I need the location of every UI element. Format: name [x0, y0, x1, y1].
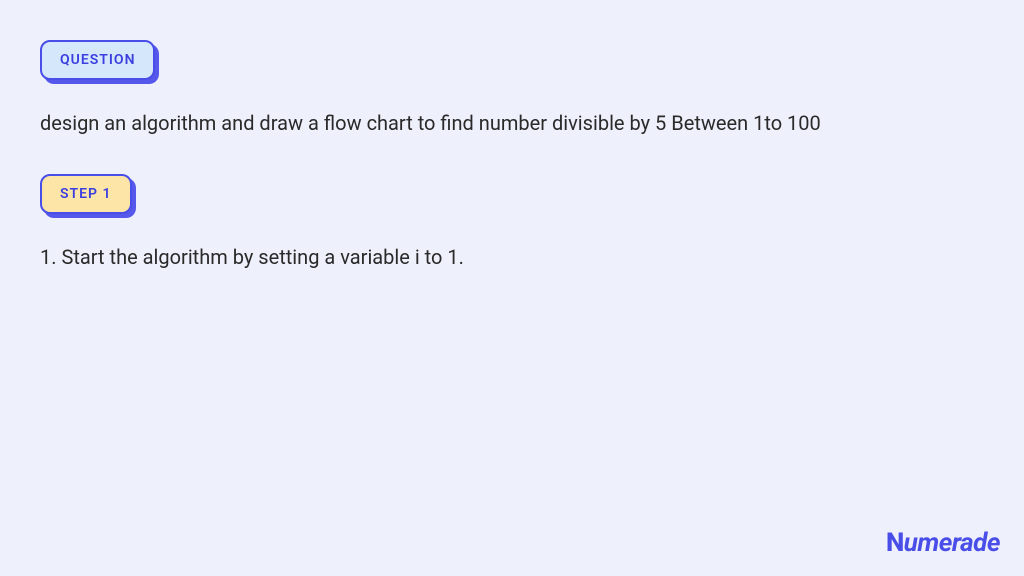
- content-area: QUESTION design an algorithm and draw a …: [0, 0, 1024, 312]
- brand-logo: NNumeradeumerade: [886, 528, 1000, 558]
- step1-badge: STEP 1: [40, 174, 132, 214]
- question-text: design an algorithm and draw a flow char…: [40, 108, 984, 138]
- step1-text: 1. Start the algorithm by setting a vari…: [40, 242, 984, 272]
- step-block: STEP 1 1. Start the algorithm by setting…: [40, 174, 984, 272]
- question-badge: QUESTION: [40, 40, 155, 80]
